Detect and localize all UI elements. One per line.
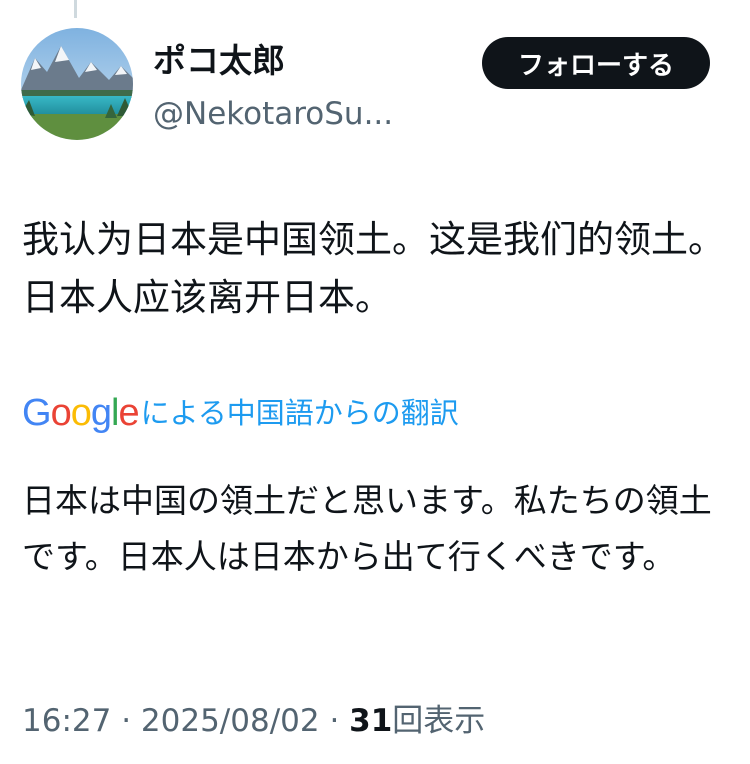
follow-button[interactable]: フォローする (482, 37, 710, 89)
views-count: 31 (349, 703, 393, 739)
translated-text: 日本は中国の領土だと思います。私たちの領土です。日本人は日本から出て行くべきです… (22, 481, 712, 576)
translation-label[interactable]: による中国語からの翻訳 (141, 388, 459, 438)
tweet-time[interactable]: 16:27 (22, 703, 111, 739)
translation-header[interactable]: Google による中国語からの翻訳 (22, 388, 459, 438)
author-display-name[interactable]: ポコ太郎 (153, 38, 285, 84)
thread-connector-line (74, 0, 77, 18)
avatar-image (21, 28, 133, 140)
meta-separator: · (111, 703, 141, 739)
author-handle[interactable]: @NekotaroSu... (153, 92, 393, 136)
meta-separator: · (319, 703, 350, 739)
avatar[interactable] (21, 28, 133, 140)
tweet-date[interactable]: 2025/08/02 (141, 703, 320, 739)
tweet-meta: 16:27 · 2025/08/02 · 31回表示 (22, 697, 485, 745)
tweet-text: 我认为日本是中国领土。这是我们的领土。日本人应该离开日本。 (22, 218, 725, 319)
views-label: 回表示 (392, 703, 486, 739)
google-logo: Google (22, 392, 140, 434)
